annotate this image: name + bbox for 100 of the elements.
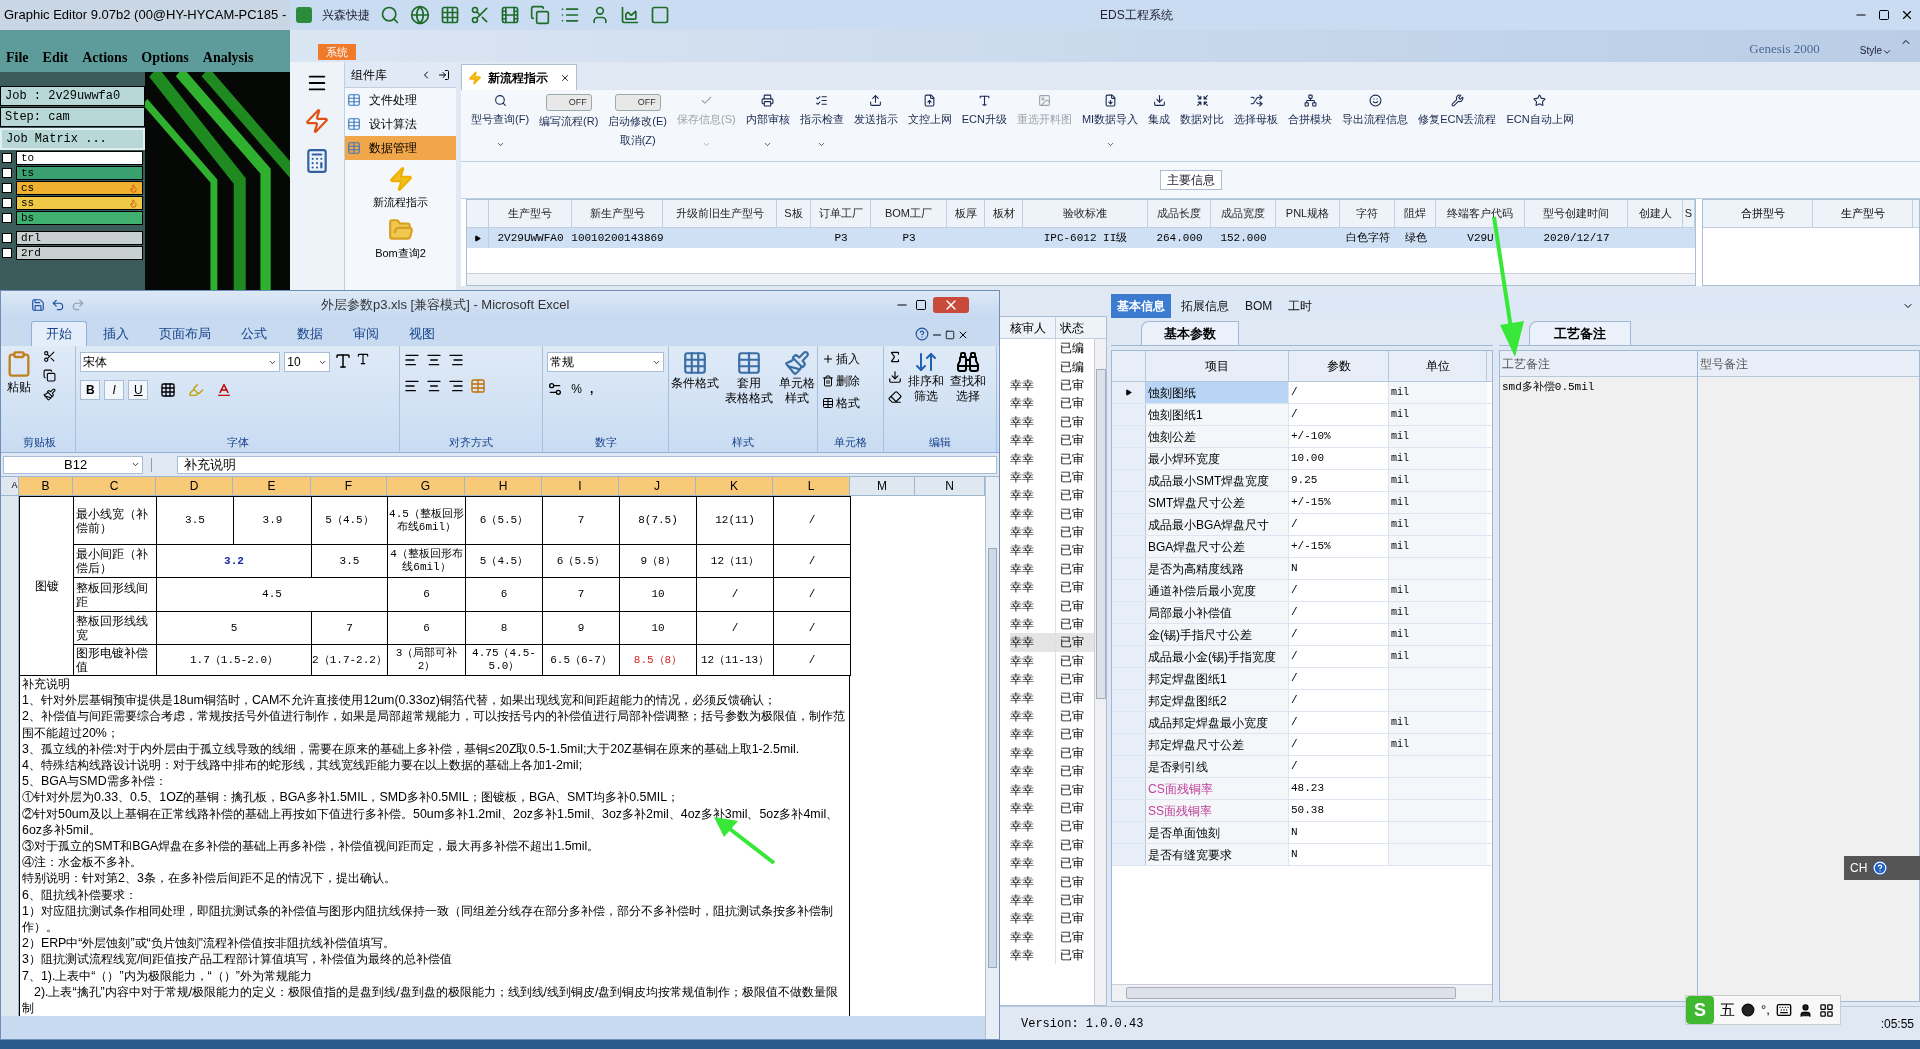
window-icon[interactable] [650,5,670,25]
column-header[interactable]: 生产型号 [1813,200,1913,227]
table-cell[interactable]: BGA焊盘尺寸公差 [1146,536,1289,557]
shrink-font-icon[interactable] [356,352,371,366]
column-header[interactable]: 项目 [1146,351,1289,381]
column-header[interactable]: BOM工厂 [871,200,947,227]
close-icon[interactable] [1900,8,1914,22]
table-cell[interactable]: / [1289,602,1389,623]
panel-tab[interactable]: 工艺备注 [1529,321,1631,345]
table-cell[interactable]: mil [1389,624,1487,645]
column-header[interactable]: L [773,477,850,495]
ribbon-tab[interactable]: 插入 [89,321,143,346]
table-cell[interactable]: 幸幸 [1010,688,1056,707]
tool-icon[interactable] [304,108,330,134]
table-cell[interactable] [1389,778,1487,799]
search-icon[interactable] [380,5,400,25]
font-name-field[interactable]: 宋体 [80,352,281,372]
table-cell[interactable]: 成品最小金(锡)手指宽度 [1146,646,1289,667]
layer-bar[interactable]: to [16,151,143,165]
ribbon-tab[interactable]: 视图 [395,321,449,346]
ribbon-tab[interactable]: 公式 [227,321,281,346]
table-cell[interactable]: mil [1389,536,1487,557]
module-item[interactable]: Bom查询2 [345,210,456,261]
number-format-field[interactable]: 常规 [547,352,665,372]
close-icon[interactable] [957,329,969,341]
list-icon[interactable] [560,5,580,25]
table-cell[interactable]: / [1289,404,1389,425]
layer-checkbox[interactable] [2,233,12,243]
column-header[interactable]: K [696,477,773,495]
category-item[interactable]: 数据管理 [345,136,456,160]
table-cell[interactable]: 幸幸 [1010,541,1056,560]
film-icon[interactable] [500,5,520,25]
table-cell[interactable]: SMT焊盘尺寸公差 [1146,492,1289,513]
table-cell[interactable]: mil [1389,426,1487,447]
menu-item[interactable]: Edit [42,46,69,68]
layer-bar[interactable]: ts [16,166,143,180]
vertical-scrollbar[interactable] [985,477,999,1039]
table-cell[interactable]: mil [1389,404,1487,425]
table-cell[interactable]: / [1289,690,1389,711]
toolbar-button[interactable]: 集成 [1144,94,1175,156]
ribbon-tab[interactable]: 数据 [283,321,337,346]
table-cell[interactable]: mil [1389,382,1487,403]
toggle-switch[interactable]: OFF [614,94,661,111]
column-header[interactable]: S [1683,200,1695,227]
layer-checkbox[interactable] [2,183,12,193]
tab[interactable]: 拓展信息 [1175,294,1235,318]
tab[interactable]: BOM [1239,294,1279,318]
column-header[interactable]: G [387,477,465,495]
horizontal-scrollbar[interactable] [1112,984,1492,1001]
column-header[interactable]: 验收标准 [1023,200,1148,227]
formula-field[interactable]: 补充说明 [177,455,997,474]
table-cell[interactable]: 幸幸 [1010,872,1056,891]
language-label[interactable]: CH [1850,859,1868,877]
font-size-field[interactable]: 10 [284,352,331,372]
style-menu[interactable]: Style [1859,43,1882,58]
table-cell[interactable]: 通道补偿后最小宽度 [1146,580,1289,601]
layer-checkbox[interactable] [2,168,12,178]
table-cell[interactable]: mil [1389,514,1487,535]
brush-icon[interactable] [43,388,56,401]
format-button[interactable]: 格式 [822,394,879,412]
table-cell[interactable]: 是否为高精度线路 [1146,558,1289,579]
toolbar-button[interactable]: 选择母板 [1230,94,1283,156]
category-item[interactable]: 设计算法 [345,112,456,136]
table-cell[interactable]: +/-15% [1289,492,1389,513]
table-cell[interactable]: / [1289,668,1389,689]
column-header[interactable]: 新生产型号 [572,200,663,227]
font-color-icon[interactable] [216,382,233,398]
layer-checkbox[interactable] [2,213,12,223]
sort-filter-button[interactable]: 排序和 筛选 [907,350,944,434]
table-cell[interactable]: 成品邦定焊盘最小宽度 [1146,712,1289,733]
eraser-icon[interactable] [887,390,902,404]
column-header[interactable]: 核审人 [1010,317,1056,338]
grow-font-icon[interactable] [334,352,353,370]
column-header[interactable]: E [233,477,311,495]
table-cell[interactable]: 邦定焊盘图纸1 [1146,668,1289,689]
table-cell[interactable]: 幸幸 [1010,596,1056,615]
keyboard-icon[interactable] [1775,1002,1792,1018]
toolbar-button[interactable]: 修复ECN丢流程 [1414,94,1501,156]
layer-checkbox[interactable] [2,153,12,163]
globe-icon[interactable] [410,5,430,25]
punctuation-mode[interactable]: °, [1761,1000,1770,1020]
toolbar-button[interactable]: 导出流程信息 [1338,94,1413,156]
table-cell[interactable] [1389,756,1487,777]
table-cell[interactable]: 已审 [1056,633,1094,652]
column-header[interactable]: B [19,477,73,495]
column-header[interactable]: 字符 [1340,200,1395,227]
table-cell[interactable]: +/-15% [1289,536,1389,557]
table-cell[interactable] [1389,558,1487,579]
fill-color-icon[interactable] [188,382,205,398]
table-cell[interactable]: mil [1389,602,1487,623]
table-cell[interactable]: 幸幸 [1010,449,1056,468]
save-icon[interactable] [31,298,45,312]
ribbon-tab[interactable]: 页面布局 [145,321,225,346]
table-cell[interactable]: 幸幸 [1010,578,1056,597]
column-header[interactable]: C [73,477,156,495]
table-cell[interactable]: mil [1389,448,1487,469]
table-cell[interactable]: 蚀刻公差 [1146,426,1289,447]
column-header[interactable]: 终端客户代码 [1436,200,1525,227]
table-cell[interactable]: 50.38 [1289,800,1389,821]
table-cell[interactable]: mil [1389,734,1487,755]
